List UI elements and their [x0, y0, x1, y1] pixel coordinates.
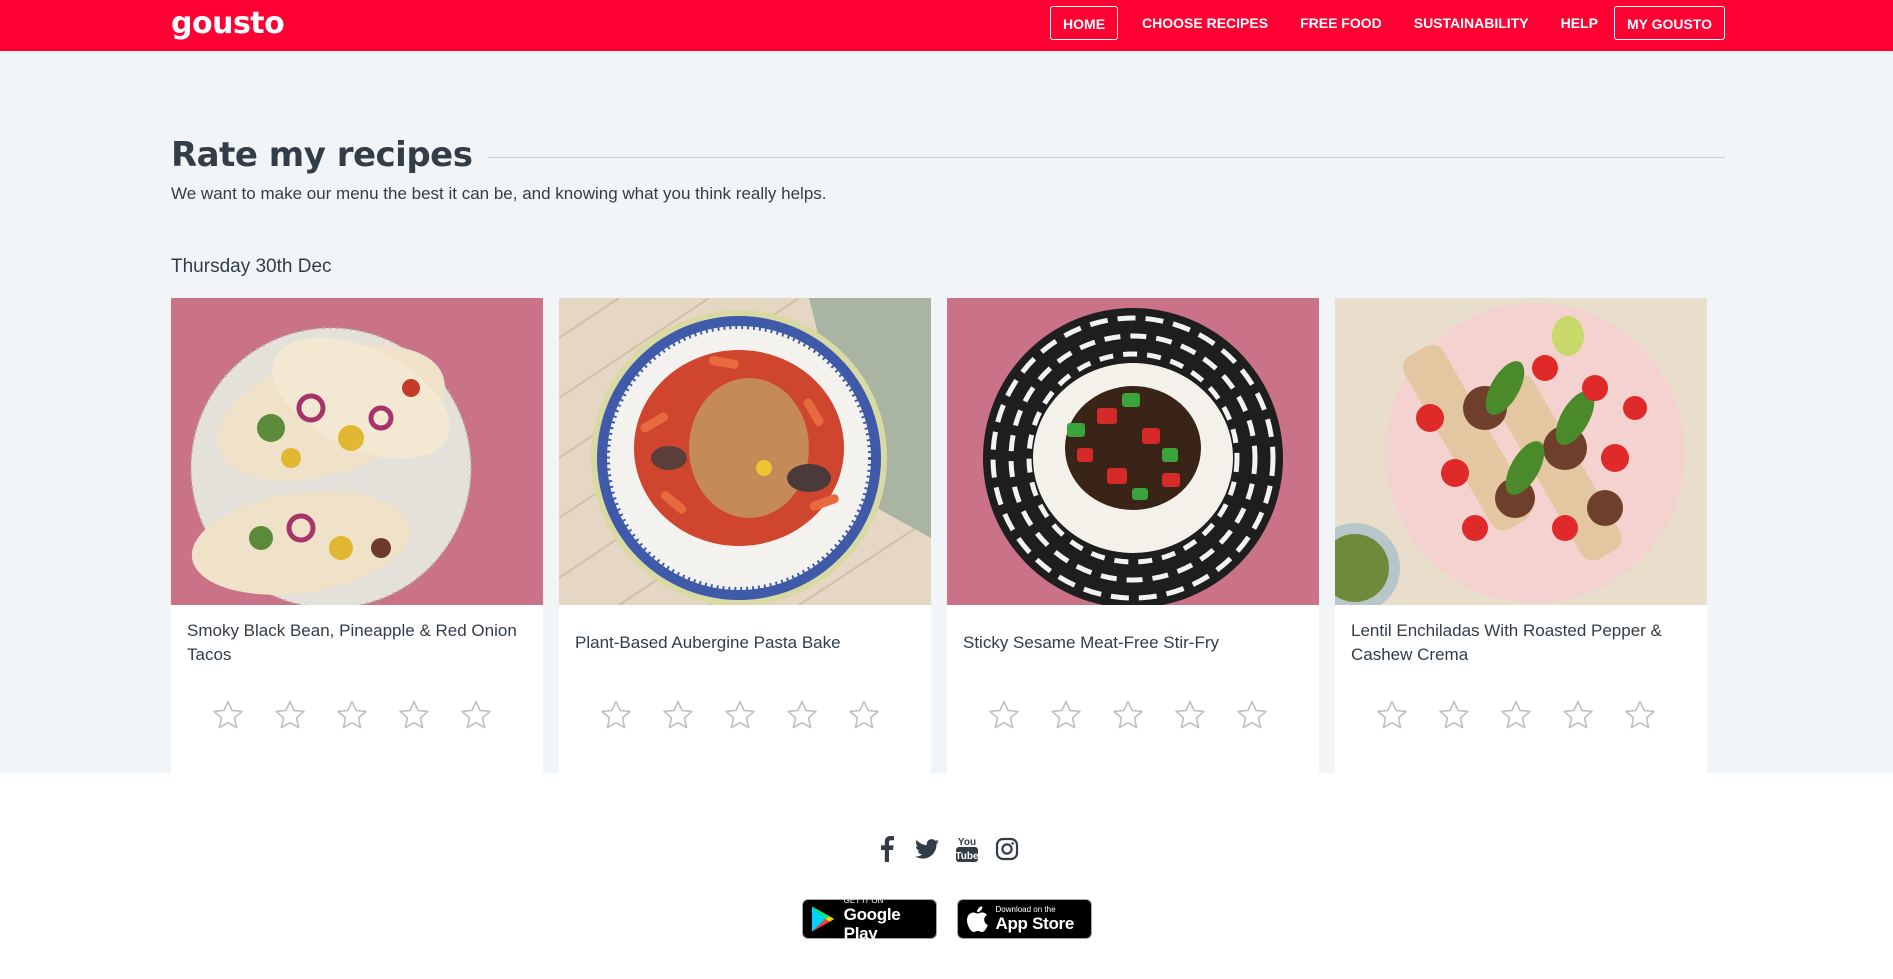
- twitter-icon[interactable]: [914, 835, 939, 863]
- nav-choose-recipes-link[interactable]: CHOOSE RECIPES: [1126, 6, 1284, 40]
- star-3-icon[interactable]: [335, 698, 369, 732]
- recipe-image-enchiladas: [1335, 298, 1707, 605]
- star-4-icon[interactable]: [397, 698, 431, 732]
- star-rating: [1375, 698, 1657, 732]
- facebook-icon[interactable]: [875, 835, 899, 863]
- app-badges: GET IT ON Google Play Download on the Ap…: [0, 895, 1893, 943]
- star-2-icon[interactable]: [1437, 698, 1471, 732]
- page-title: Rate my recipes: [171, 135, 473, 175]
- star-1-icon[interactable]: [987, 698, 1021, 732]
- recipe-card: Lentil Enchiladas With Roasted Pepper & …: [1335, 298, 1707, 790]
- star-rating: [599, 698, 881, 732]
- star-1-icon[interactable]: [599, 698, 633, 732]
- main-nav: HOME CHOOSE RECIPES FREE FOOD SUSTAINABI…: [1050, 6, 1725, 40]
- apple-icon: [966, 906, 988, 932]
- nav-free-food-link[interactable]: FREE FOOD: [1284, 6, 1398, 40]
- star-5-icon[interactable]: [847, 698, 881, 732]
- rate-recipes-section: Rate my recipes We want to make our menu…: [0, 51, 1893, 790]
- star-5-icon[interactable]: [1235, 698, 1269, 732]
- footer: You Tube GET IT ON Google Play Download …: [0, 773, 1893, 979]
- recipe-card-body: Smoky Black Bean, Pineapple & Red Onion …: [171, 605, 543, 790]
- delivery-date: Thursday 30th Dec: [171, 256, 332, 277]
- gousto-logo[interactable]: gousto: [171, 6, 285, 41]
- google-play-small-text: GET IT ON: [843, 895, 884, 905]
- recipe-title: Plant-Based Aubergine Pasta Bake: [575, 633, 841, 652]
- instagram-icon[interactable]: [995, 835, 1019, 863]
- app-store-big-text: App Store: [995, 914, 1075, 933]
- star-2-icon[interactable]: [273, 698, 307, 732]
- star-3-icon[interactable]: [1111, 698, 1145, 732]
- app-store-badge[interactable]: Download on the App Store: [956, 899, 1092, 939]
- google-play-icon: [811, 906, 834, 932]
- recipe-card-body: Plant-Based Aubergine Pasta Bake: [559, 605, 931, 790]
- svg-text:Tube: Tube: [955, 851, 979, 862]
- star-4-icon[interactable]: [1561, 698, 1595, 732]
- recipe-title: Lentil Enchiladas With Roasted Pepper & …: [1351, 621, 1662, 664]
- youtube-icon[interactable]: You Tube: [955, 835, 979, 863]
- google-play-big-text: Google Play: [843, 904, 901, 943]
- social-links: You Tube: [0, 835, 1893, 863]
- recipe-card: Plant-Based Aubergine Pasta Bake: [559, 298, 931, 790]
- title-row: Rate my recipes: [171, 135, 1725, 175]
- top-navigation-bar: gousto HOME CHOOSE RECIPES FREE FOOD SUS…: [0, 0, 1893, 51]
- star-2-icon[interactable]: [1049, 698, 1083, 732]
- svg-text:You: You: [957, 837, 975, 848]
- star-1-icon[interactable]: [1375, 698, 1409, 732]
- star-rating: [211, 698, 493, 732]
- star-2-icon[interactable]: [661, 698, 695, 732]
- recipe-cards: Smoky Black Bean, Pineapple & Red Onion …: [171, 298, 1707, 790]
- recipe-card-body: Sticky Sesame Meat-Free Stir-Fry: [947, 605, 1319, 790]
- star-5-icon[interactable]: [459, 698, 493, 732]
- recipe-image-tacos: [171, 298, 543, 605]
- recipe-image-pasta-bake: [559, 298, 931, 605]
- recipe-card: Smoky Black Bean, Pineapple & Red Onion …: [171, 298, 543, 790]
- star-3-icon[interactable]: [723, 698, 757, 732]
- star-1-icon[interactable]: [211, 698, 245, 732]
- recipe-title: Smoky Black Bean, Pineapple & Red Onion …: [187, 621, 517, 664]
- nav-my-gousto-button[interactable]: MY GOUSTO: [1613, 6, 1725, 40]
- google-play-badge[interactable]: GET IT ON Google Play: [801, 895, 937, 943]
- star-4-icon[interactable]: [785, 698, 819, 732]
- star-3-icon[interactable]: [1499, 698, 1533, 732]
- recipe-card-body: Lentil Enchiladas With Roasted Pepper & …: [1335, 605, 1707, 790]
- recipe-card: Sticky Sesame Meat-Free Stir-Fry: [947, 298, 1319, 790]
- recipe-image-stir-fry: [947, 298, 1319, 605]
- title-divider: [488, 156, 1725, 158]
- nav-help-link[interactable]: HELP: [1545, 6, 1614, 40]
- recipe-title: Sticky Sesame Meat-Free Stir-Fry: [963, 633, 1219, 652]
- star-5-icon[interactable]: [1623, 698, 1657, 732]
- star-rating: [987, 698, 1269, 732]
- nav-home-button[interactable]: HOME: [1050, 6, 1119, 40]
- app-store-small-text: Download on the: [995, 905, 1056, 914]
- page-subtitle: We want to make our menu the best it can…: [171, 184, 827, 203]
- star-4-icon[interactable]: [1173, 698, 1207, 732]
- nav-sustainability-link[interactable]: SUSTAINABILITY: [1398, 6, 1545, 40]
